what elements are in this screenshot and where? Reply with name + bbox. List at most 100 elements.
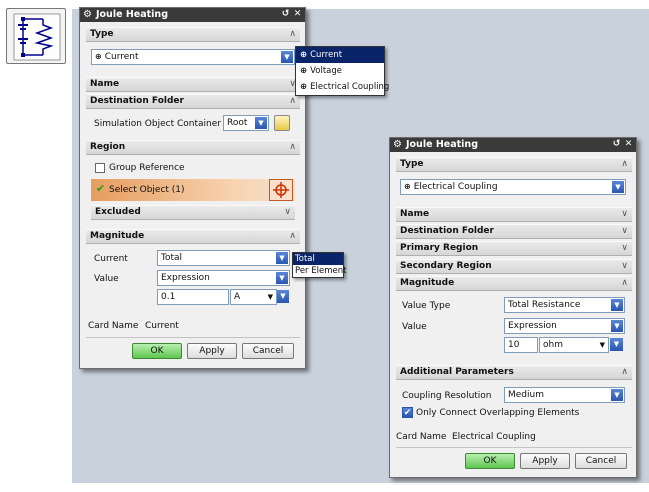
joule-heating-dialog-current: ⚙ Joule Heating ↺ ✕ Type ∧ ⊕ Current ▼ Na… bbox=[79, 7, 306, 369]
dialog-title: Joule Heating bbox=[96, 9, 168, 20]
chevron-down-icon[interactable]: ∨ bbox=[621, 242, 628, 255]
option-per-element[interactable]: Per Element bbox=[293, 265, 346, 277]
type-select[interactable]: ⊕ Electrical Coupling ▼ bbox=[400, 179, 626, 195]
dropdown-arrow-icon[interactable]: ▼ bbox=[276, 272, 288, 284]
check-icon: ✔ bbox=[96, 182, 106, 195]
destination-folder-section-header[interactable]: Destination Folder ∨ bbox=[396, 224, 632, 239]
dialog-title-bar[interactable]: ⚙ Joule Heating ↺ ✕ bbox=[390, 138, 636, 152]
destination-folder-section-header[interactable]: Destination Folder ∧ bbox=[86, 94, 300, 109]
group-reference-label: Group Reference bbox=[109, 163, 185, 173]
chevron-down-icon[interactable]: ∨ bbox=[621, 208, 628, 221]
chevron-up-icon[interactable]: ∧ bbox=[289, 95, 296, 108]
type-section-label: Type bbox=[90, 29, 114, 39]
dropdown-arrow-icon[interactable]: ▼ bbox=[276, 252, 288, 264]
option-voltage[interactable]: ⊕ Voltage bbox=[296, 63, 384, 79]
chevron-down-icon[interactable]: ∨ bbox=[621, 225, 628, 238]
coupling-resolution-value: Medium bbox=[508, 390, 544, 400]
chevron-up-icon[interactable]: ∧ bbox=[621, 158, 628, 171]
type-select[interactable]: ⊕ Current ▼ bbox=[91, 49, 295, 65]
name-section-label: Name bbox=[90, 79, 120, 89]
apply-button[interactable]: Apply bbox=[520, 453, 570, 469]
apply-button[interactable]: Apply bbox=[187, 343, 237, 359]
additional-parameters-section-header[interactable]: Additional Parameters ∧ bbox=[396, 365, 632, 380]
current-select[interactable]: Total ▼ bbox=[157, 250, 290, 266]
group-reference-checkbox[interactable] bbox=[95, 163, 105, 173]
dropdown-arrow-icon[interactable]: ▼ bbox=[600, 338, 605, 352]
magnitude-section-header[interactable]: Magnitude ∧ bbox=[396, 276, 632, 291]
value-type-value: Total Resistance bbox=[508, 300, 581, 310]
dialog-title-bar[interactable]: ⚙ Joule Heating ↺ ✕ bbox=[80, 8, 305, 22]
unit-value: ohm bbox=[543, 340, 563, 350]
divider bbox=[396, 447, 632, 448]
dropdown-arrow-icon[interactable]: ▼ bbox=[610, 338, 623, 351]
current-options-popup: Total Per Element bbox=[292, 252, 346, 278]
type-section-header[interactable]: Type ∧ bbox=[86, 27, 300, 42]
primary-region-section-header[interactable]: Primary Region ∨ bbox=[396, 241, 632, 256]
unit-select[interactable]: ohm ▼ bbox=[539, 337, 609, 353]
current-type-icon: ⊕ bbox=[300, 50, 308, 60]
excluded-section-header[interactable]: Excluded ∨ bbox=[91, 205, 295, 220]
number-input[interactable]: 0.1 bbox=[157, 289, 229, 305]
value-select[interactable]: Expression ▼ bbox=[157, 270, 290, 286]
option-current[interactable]: ⊕ Current bbox=[296, 47, 384, 63]
name-section-header[interactable]: Name ∨ bbox=[86, 77, 300, 92]
dropdown-arrow-icon[interactable]: ▼ bbox=[611, 389, 623, 401]
select-object-row[interactable]: ✔ Select Object (1) bbox=[91, 179, 295, 201]
gear-icon[interactable]: ⚙ bbox=[83, 8, 92, 22]
value-select[interactable]: Expression ▼ bbox=[504, 318, 625, 334]
reset-icon[interactable]: ↺ bbox=[611, 139, 622, 150]
current-type-icon: ⊕ bbox=[95, 50, 102, 64]
circuit-icon[interactable] bbox=[6, 8, 66, 64]
folder-icon[interactable] bbox=[274, 115, 290, 131]
value-label: Value bbox=[402, 322, 427, 332]
option-electrical-coupling[interactable]: ⊕ Electrical Coupling bbox=[296, 79, 389, 95]
dropdown-arrow-icon[interactable]: ▼ bbox=[268, 290, 273, 304]
magnitude-section-label: Magnitude bbox=[90, 231, 145, 241]
container-label: Simulation Object Container bbox=[94, 119, 221, 129]
container-select[interactable]: Root ▼ bbox=[223, 115, 269, 131]
name-section-label: Name bbox=[400, 209, 430, 219]
cancel-button[interactable]: Cancel bbox=[242, 343, 294, 359]
type-section-label: Type bbox=[400, 159, 424, 169]
ok-button[interactable]: OK bbox=[465, 453, 515, 469]
secondary-region-section-header[interactable]: Secondary Region ∨ bbox=[396, 259, 632, 274]
gear-icon[interactable]: ⚙ bbox=[393, 138, 402, 152]
chevron-up-icon[interactable]: ∧ bbox=[289, 141, 296, 154]
only-connect-checkbox[interactable]: ✔ bbox=[402, 407, 413, 418]
cancel-button[interactable]: Cancel bbox=[575, 453, 627, 469]
value-select-value: Expression bbox=[161, 273, 210, 283]
dropdown-arrow-icon[interactable]: ▼ bbox=[612, 181, 624, 193]
dropdown-arrow-icon[interactable]: ▼ bbox=[611, 299, 623, 311]
number-value: 10 bbox=[508, 340, 520, 350]
additional-parameters-label: Additional Parameters bbox=[400, 367, 514, 377]
close-icon[interactable]: ✕ bbox=[292, 9, 303, 20]
dropdown-arrow-icon[interactable]: ▼ bbox=[255, 117, 267, 129]
chevron-down-icon[interactable]: ∨ bbox=[284, 206, 291, 219]
dropdown-arrow-icon[interactable]: ▼ bbox=[281, 51, 293, 63]
chevron-up-icon[interactable]: ∧ bbox=[621, 366, 628, 379]
chevron-up-icon[interactable]: ∧ bbox=[289, 28, 296, 41]
value-type-select[interactable]: Total Resistance ▼ bbox=[504, 297, 625, 313]
current-value: Total bbox=[161, 253, 183, 263]
primary-region-label: Primary Region bbox=[400, 243, 479, 253]
magnitude-section-header[interactable]: Magnitude ∧ bbox=[86, 229, 300, 244]
dropdown-arrow-icon[interactable]: ▼ bbox=[611, 320, 623, 332]
chevron-up-icon[interactable]: ∧ bbox=[621, 277, 628, 290]
option-total[interactable]: Total bbox=[293, 253, 343, 265]
value-select-value: Expression bbox=[508, 321, 557, 331]
region-section-header[interactable]: Region ∧ bbox=[86, 140, 300, 155]
dropdown-arrow-icon[interactable]: ▼ bbox=[277, 290, 289, 303]
unit-select[interactable]: A ▼ bbox=[230, 289, 277, 305]
value-label: Value bbox=[94, 274, 119, 284]
coupling-resolution-select[interactable]: Medium ▼ bbox=[504, 387, 625, 403]
type-section-header[interactable]: Type ∧ bbox=[396, 157, 632, 172]
chevron-up-icon[interactable]: ∧ bbox=[289, 230, 296, 243]
number-input[interactable]: 10 bbox=[504, 337, 538, 353]
card-name-label: Card Name bbox=[396, 432, 447, 442]
chevron-down-icon[interactable]: ∨ bbox=[621, 260, 628, 273]
name-section-header[interactable]: Name ∨ bbox=[396, 207, 632, 222]
reset-icon[interactable]: ↺ bbox=[280, 9, 291, 20]
ok-button[interactable]: OK bbox=[132, 343, 182, 359]
close-icon[interactable]: ✕ bbox=[623, 139, 634, 150]
crosshair-icon[interactable] bbox=[269, 179, 293, 201]
